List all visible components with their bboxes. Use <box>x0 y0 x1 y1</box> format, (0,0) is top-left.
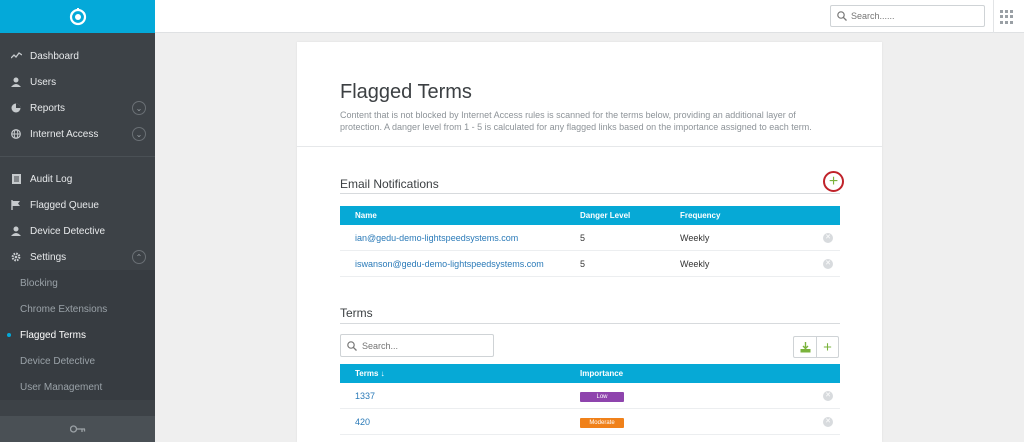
table-row: ian@gedu-demo-lightspeedsystems.com 5 We… <box>340 225 840 251</box>
sidebar-item-label: Audit Log <box>30 173 73 185</box>
add-email-button[interactable]: + <box>823 171 844 192</box>
import-button[interactable] <box>794 337 816 357</box>
table-header: Terms ↓ Importance <box>340 364 840 383</box>
sidebar-item-label: Device Detective <box>30 225 106 237</box>
table-row: iswanson@gedu-demo-lightspeedsystems.com… <box>340 251 840 277</box>
chevron-down-icon[interactable]: ⌄ <box>132 127 146 141</box>
top-bar <box>155 0 1024 33</box>
user-icon <box>10 225 22 237</box>
sidebar-item-internet-access[interactable]: Internet Access ⌄ <box>0 121 155 147</box>
search-icon <box>347 340 357 351</box>
frequency-value: Weekly <box>680 232 710 243</box>
sidebar-item-device-detective[interactable]: Device Detective <box>0 218 155 244</box>
chevron-down-icon[interactable]: ⌄ <box>132 101 146 115</box>
gear-icon <box>10 251 22 263</box>
header-frequency[interactable]: Frequency <box>680 211 800 220</box>
sidebar-subitem-blocking[interactable]: Blocking <box>0 270 155 296</box>
active-indicator <box>7 333 11 337</box>
email-table: Name Danger Level Frequency ian@gedu-dem… <box>340 206 840 277</box>
remove-icon[interactable]: ✕ <box>823 259 833 269</box>
key-icon <box>69 425 85 433</box>
app-grid-icon[interactable] <box>1000 10 1014 24</box>
sidebar-item-users[interactable]: Users <box>0 69 155 95</box>
email-notifications-title: Email Notifications <box>340 177 439 191</box>
sidebar-item-flagged-queue[interactable]: Flagged Queue <box>0 192 155 218</box>
globe-icon <box>10 128 22 140</box>
sidebar-item-label: Reports <box>30 102 66 114</box>
header-name[interactable]: Name <box>340 211 580 220</box>
sidebar-subitem-flagged-terms[interactable]: Flagged Terms <box>0 322 155 348</box>
table-row: 420 Moderate ✕ <box>340 409 840 435</box>
remove-icon[interactable]: ✕ <box>823 417 833 427</box>
plus-icon: + <box>828 172 839 190</box>
sidebar-item-audit-log[interactable]: Audit Log <box>0 166 155 192</box>
sidebar-subitem-user-management[interactable]: User Management <box>0 374 155 400</box>
pie-chart-icon <box>10 102 22 114</box>
terms-action-buttons: + <box>793 336 839 358</box>
page-title: Flagged Terms <box>340 81 472 103</box>
table-row: ✕ <box>340 435 840 442</box>
divider <box>993 0 994 33</box>
sidebar-item-label: Flagged Queue <box>30 199 99 211</box>
divider <box>340 323 840 324</box>
list-icon <box>10 173 22 185</box>
sidebar-subitem-label: Device Detective <box>20 355 96 367</box>
frequency-value: Weekly <box>680 258 710 269</box>
importance-cell: Moderate <box>580 416 800 428</box>
term-link[interactable]: 420 <box>340 417 580 427</box>
divider <box>297 146 882 147</box>
terms-table: Terms ↓ Importance 1337 Low ✕ 420 Modera… <box>340 364 840 442</box>
chevron-up-icon[interactable]: ⌃ <box>132 250 146 264</box>
logo-icon <box>69 7 86 25</box>
danger-level-value: 5 <box>580 232 586 243</box>
search-icon <box>837 11 847 21</box>
sidebar-item-label: Internet Access <box>30 128 99 140</box>
collapse-sidebar-button[interactable] <box>0 416 155 442</box>
flag-icon <box>10 199 22 211</box>
header-importance[interactable]: Importance <box>580 369 800 378</box>
sidebar-subitem-label: User Management <box>20 381 103 393</box>
sidebar-item-dashboard[interactable]: Dashboard <box>0 43 155 69</box>
sidebar-item-reports[interactable]: Reports ⌄ <box>0 95 155 121</box>
sidebar-item-label: Settings <box>30 251 67 263</box>
sidebar-subitem-chrome-extensions[interactable]: Chrome Extensions <box>0 296 155 322</box>
sidebar-item-settings[interactable]: Settings ⌃ <box>0 244 155 270</box>
importance-badge[interactable]: Moderate <box>580 417 624 428</box>
download-icon <box>800 341 810 352</box>
header-terms[interactable]: Terms ↓ <box>340 369 580 378</box>
sidebar-subitem-label: Chrome Extensions <box>20 303 108 315</box>
page-description: Content that is not blocked by Internet … <box>340 110 812 132</box>
email-link[interactable]: iswanson@gedu-demo-lightspeedsystems.com <box>340 259 580 269</box>
chart-line-icon <box>10 50 22 62</box>
sidebar-subitem-label: Flagged Terms <box>20 329 86 341</box>
divider <box>0 156 155 157</box>
importance-cell: Low <box>580 390 800 402</box>
terms-search-input[interactable] <box>362 340 482 351</box>
main-card: Flagged Terms Content that is not blocke… <box>297 42 882 442</box>
plus-icon: + <box>823 338 832 356</box>
divider <box>340 193 840 194</box>
remove-icon[interactable]: ✕ <box>823 391 833 401</box>
global-search[interactable] <box>830 5 985 27</box>
email-link[interactable]: ian@gedu-demo-lightspeedsystems.com <box>340 233 580 243</box>
sidebar: Dashboard Users Reports ⌄ Internet Acces… <box>0 0 155 442</box>
danger-level-value: 5 <box>580 258 586 269</box>
table-row: 1337 Low ✕ <box>340 383 840 409</box>
add-term-button[interactable]: + <box>816 337 838 357</box>
sidebar-item-label: Users <box>30 76 57 88</box>
sidebar-item-label: Dashboard <box>30 50 79 62</box>
sidebar-subitem-device-detective[interactable]: Device Detective <box>0 348 155 374</box>
global-search-input[interactable] <box>851 11 971 21</box>
table-header: Name Danger Level Frequency <box>340 206 840 225</box>
header-danger-level[interactable]: Danger Level <box>580 211 680 220</box>
user-icon <box>10 76 22 88</box>
terms-search[interactable] <box>340 334 494 357</box>
remove-icon[interactable]: ✕ <box>823 233 833 243</box>
logo[interactable] <box>0 0 155 33</box>
sidebar-subitem-label: Blocking <box>20 277 58 289</box>
term-link[interactable]: 1337 <box>340 391 580 401</box>
terms-title: Terms <box>340 306 373 320</box>
importance-badge[interactable]: Low <box>580 391 624 402</box>
